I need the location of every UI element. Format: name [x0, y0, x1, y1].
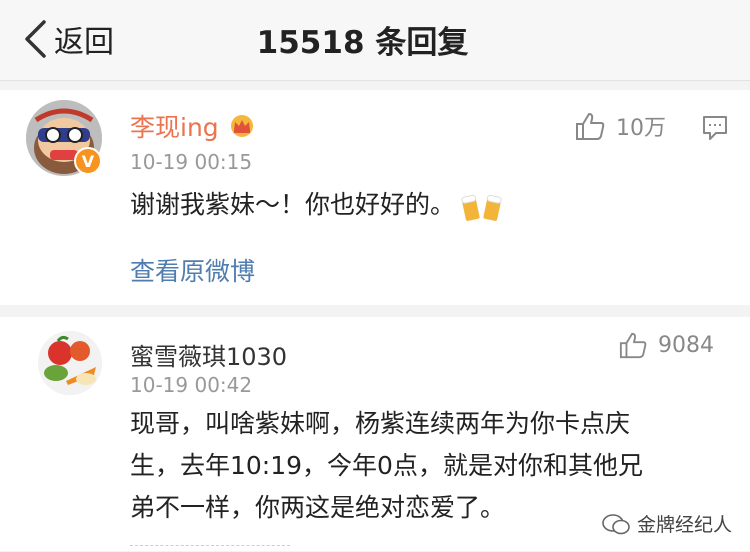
like-count: 9084 [658, 332, 714, 358]
crown-icon [230, 115, 253, 137]
username[interactable]: 蜜雪薇琪1030 [130, 337, 287, 372]
comment-content: 谢谢我紫妹～！你也好好的。 [130, 184, 503, 226]
comment-reply-icon[interactable] [701, 114, 729, 142]
like-button[interactable]: 9084 [618, 331, 714, 359]
comment-time: 10-19 00:42 [130, 373, 253, 397]
page-title: 15518 条回复 [256, 25, 469, 61]
comment-text: 谢谢我紫妹～！你也好好的。 [130, 190, 456, 219]
thumbs-up-icon [619, 332, 647, 359]
comment-card-original: V 李现ing 10-19 00:15 谢谢我紫妹～！你也好好的。 查看原微博 … [0, 90, 750, 305]
watermark: 金牌经纪人 [601, 510, 732, 537]
cheers-beer-icon [461, 194, 502, 221]
username[interactable]: 李现ing [130, 108, 257, 144]
username-text: 李现ing [130, 113, 219, 142]
comment-time: 10-19 00:15 [130, 150, 253, 174]
like-count: 10万 [616, 116, 666, 141]
watermark-text: 金牌经纪人 [636, 514, 732, 536]
verified-badge: V [74, 147, 102, 175]
nav-header: 返回 15518 条回复 [0, 0, 750, 81]
avatar[interactable] [38, 331, 102, 395]
wechat-icon [602, 513, 630, 534]
thumbs-up-icon [576, 113, 605, 140]
avatar-vegetables-icon [38, 331, 102, 395]
comment-line: 生，去年10:19，今年0点，就是对你和其他兄 [130, 451, 643, 480]
comment-line: 现哥，叫啥紫妹啊，杨紫连续两年为你卡点庆 [130, 409, 631, 438]
view-original-post-link[interactable]: 查看原微博 [130, 252, 255, 288]
like-button[interactable]: 10万 [574, 110, 666, 142]
